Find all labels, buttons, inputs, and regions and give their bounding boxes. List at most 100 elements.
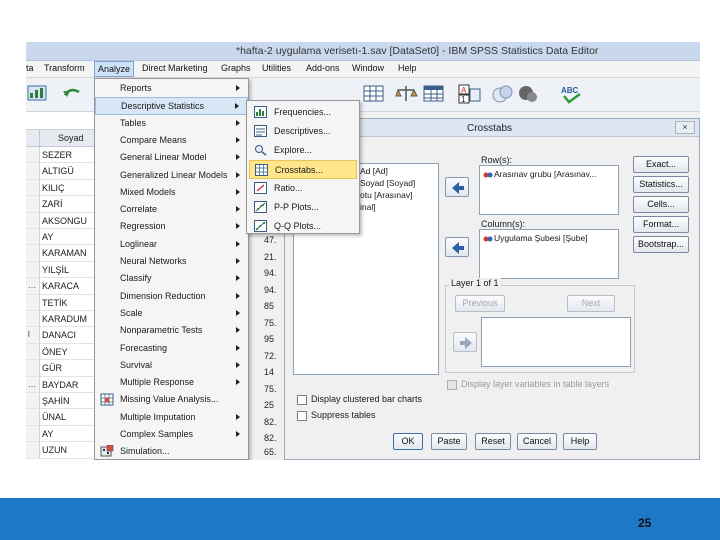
help-button[interactable]: Help — [563, 433, 597, 450]
table-row[interactable]: … BAYDAR — [26, 376, 94, 393]
list-item[interactable]: Arasınav grubu [Arasınav... — [494, 169, 596, 179]
grid-cell-value: 95 — [264, 334, 275, 344]
menu-item-correlate[interactable]: Correlate — [95, 201, 248, 218]
layer-list[interactable] — [481, 317, 631, 367]
statistics-button[interactable]: Statistics... — [633, 176, 689, 193]
menu-item-ratio[interactable]: Ratio... — [249, 179, 357, 198]
bootstrap-button[interactable]: Bootstrap... — [633, 236, 689, 253]
paste-button[interactable]: Paste — [431, 433, 467, 450]
menu-item-crosstabs[interactable]: Crosstabs... — [249, 160, 357, 179]
abc-icon[interactable]: ABC — [560, 83, 584, 105]
table-icon[interactable] — [422, 83, 446, 105]
circles-icon[interactable] — [492, 83, 537, 105]
table-row[interactable]: ŞAHİN — [26, 393, 94, 410]
reset-button[interactable]: Reset — [475, 433, 511, 450]
data-grid-icon[interactable] — [362, 83, 386, 105]
menu-help[interactable]: Help — [398, 63, 417, 73]
menu-item-classify[interactable]: Classify — [95, 270, 248, 287]
menu-item-survival[interactable]: Survival — [95, 357, 248, 374]
close-icon[interactable]: × — [675, 121, 695, 134]
list-item[interactable]: Uygulama Şubesi [Şube] — [494, 233, 588, 243]
table-row[interactable]: ALTIGÜ — [26, 163, 94, 180]
previous-button[interactable]: Previous — [455, 295, 505, 312]
table-row[interactable]: AKSONGU — [26, 212, 94, 229]
menu-item-descriptive-statistics[interactable]: Descriptive Statistics — [95, 97, 248, 115]
scale-icon[interactable] — [394, 83, 418, 105]
table-row[interactable]: KARADUM — [26, 311, 94, 328]
menu-item-qq-plots[interactable]: Q-Q Plots... — [249, 217, 357, 236]
table-row[interactable]: YILŞİL — [26, 261, 94, 279]
table-row[interactable]: GÜR — [26, 360, 94, 377]
menu-item-loglinear[interactable]: Loglinear — [95, 236, 248, 253]
clustered-bar-checkbox[interactable] — [297, 395, 307, 405]
window-title-bar[interactable]: *hafta-2 uygulama verisetı-1.sav [DataSe… — [26, 42, 700, 61]
table-row[interactable]: AY — [26, 229, 94, 246]
menu-item-dimension-reduction[interactable]: Dimension Reduction — [95, 288, 248, 305]
list-item[interactable]: Ad [Ad] — [360, 166, 388, 176]
page-number: 25 — [638, 516, 652, 530]
menu-item-nonparametric-tests[interactable]: Nonparametric Tests — [95, 322, 248, 339]
menu-data[interactable]: ta — [26, 63, 34, 73]
menu-window[interactable]: Window — [352, 63, 384, 73]
table-row[interactable]: ÜNAL — [26, 409, 94, 426]
menu-item-pp-plots[interactable]: P-P Plots... — [249, 198, 357, 217]
ok-button[interactable]: OK — [393, 433, 423, 450]
clustered-bar-label: Display clustered bar charts — [311, 394, 423, 404]
table-row[interactable]: UZUN — [26, 442, 94, 459]
cells-button[interactable]: Cells... — [633, 196, 689, 213]
table-row[interactable]: … KARACA — [26, 278, 94, 295]
menu-item-forecasting[interactable]: Forecasting — [95, 340, 248, 357]
table-row[interactable]: AY — [26, 425, 94, 443]
menu-item-neural-networks[interactable]: Neural Networks — [95, 253, 248, 270]
table-row[interactable]: SEZER — [26, 147, 94, 164]
menu-item-simulation[interactable]: Simulation... — [95, 443, 248, 460]
undo-icon[interactable] — [60, 83, 84, 105]
menu-item-regression[interactable]: Regression — [95, 218, 248, 235]
menu-item-frequencies[interactable]: Frequencies... — [249, 103, 357, 122]
columns-list[interactable]: Uygulama Şubesi [Şube] — [479, 229, 619, 279]
table-row[interactable]: KILIÇ — [26, 179, 94, 197]
menu-item-descriptives[interactable]: Descriptives... — [249, 122, 357, 141]
table-row[interactable]: l DANACI — [26, 327, 94, 344]
next-button[interactable]: Next — [567, 295, 615, 312]
table-row[interactable]: TETİK — [26, 294, 94, 311]
menu-utilities[interactable]: Utilities — [262, 63, 291, 73]
menu-item-scale[interactable]: Scale — [95, 305, 248, 322]
format-button[interactable]: Format... — [633, 216, 689, 233]
menu-item-general-linear-model[interactable]: General Linear Model — [95, 149, 248, 166]
menu-transform[interactable]: Transform — [44, 63, 85, 73]
grid-column-header[interactable]: Soyad — [26, 130, 94, 147]
move-to-layer-button[interactable] — [453, 332, 477, 352]
move-to-rows-button[interactable] — [445, 177, 469, 197]
exact-button[interactable]: Exact... — [633, 156, 689, 173]
menu-item-missing-value-analysis[interactable]: Missing Value Analysis... — [95, 391, 248, 408]
value-label-icon[interactable]: A1 — [458, 83, 482, 105]
menu-graphs[interactable]: Graphs — [221, 63, 251, 73]
menu-item-compare-means[interactable]: Compare Means — [95, 132, 248, 149]
menu-direct-marketing[interactable]: Direct Marketing — [142, 63, 208, 73]
menu-item-multiple-response[interactable]: Multiple Response — [95, 374, 248, 391]
menu-analyze[interactable]: Analyze — [94, 61, 135, 77]
menu-item-complex-samples[interactable]: Complex Samples — [95, 426, 248, 443]
list-item[interactable]: Soyad [Soyad] — [360, 178, 415, 188]
list-item[interactable]: inal] — [360, 202, 376, 212]
table-row[interactable]: ZARİ — [26, 196, 94, 213]
columns-label: Column(s): — [481, 219, 526, 229]
rows-list[interactable]: Arasınav grubu [Arasınav... — [479, 165, 619, 215]
data-view-icon[interactable] — [26, 83, 50, 105]
menu-item-reports[interactable]: Reports — [95, 80, 248, 97]
table-row[interactable]: KARAMAN — [26, 245, 94, 262]
menu-item-multiple-imputation[interactable]: Multiple Imputation — [95, 409, 248, 426]
move-to-columns-button[interactable] — [445, 237, 469, 257]
menu-item-explore[interactable]: Explore... — [249, 141, 357, 160]
menu-add-ons[interactable]: Add-ons — [306, 63, 340, 73]
cancel-button[interactable]: Cancel — [517, 433, 557, 450]
list-item[interactable]: otu [Arasınav] — [360, 190, 412, 200]
display-layer-checkbox[interactable] — [447, 380, 457, 390]
menu-item-generalized-linear-models[interactable]: Generalized Linear Models — [95, 167, 248, 184]
table-row[interactable]: ÖNEY — [26, 343, 94, 361]
spss-screenshot: *hafta-2 uygulama verisetı-1.sav [DataSe… — [26, 42, 700, 460]
suppress-tables-checkbox[interactable] — [297, 411, 307, 421]
menu-item-mixed-models[interactable]: Mixed Models — [95, 184, 248, 201]
menu-item-tables[interactable]: Tables — [95, 115, 248, 132]
